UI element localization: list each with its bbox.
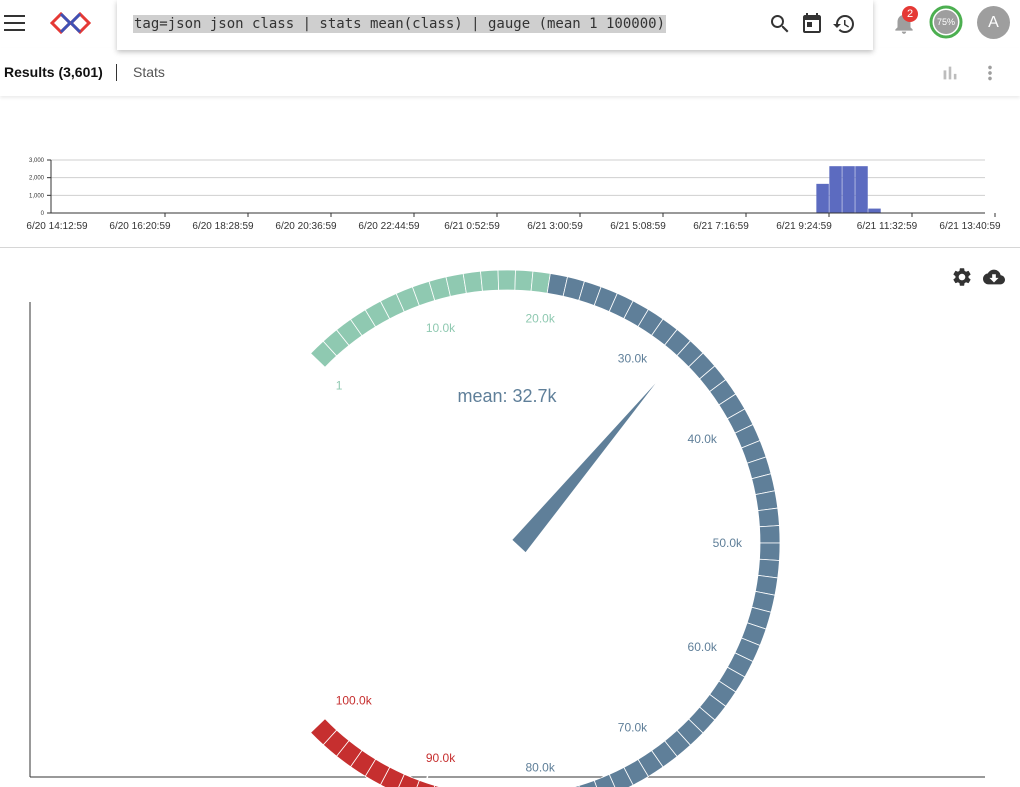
tabs-bar: Results (3,601) Stats	[0, 48, 1020, 96]
tab-divider	[116, 64, 117, 81]
histogram-x-tick-label: 6/21 0:52:59	[444, 221, 500, 232]
gauge-tick-label: 80.0k	[525, 761, 555, 775]
history-icon[interactable]	[832, 12, 856, 36]
calendar-icon[interactable]	[800, 12, 824, 36]
gauge-tick	[542, 292, 545, 301]
histogram-bar	[868, 208, 881, 213]
histogram-x-tick-label: 6/21 5:08:59	[610, 221, 666, 232]
menu-icon[interactable]	[4, 12, 26, 34]
gauge-tick	[649, 741, 655, 750]
gauge-tick-label: 90.0k	[426, 751, 456, 765]
gauge-tick-label: 20.0k	[525, 311, 555, 325]
gauge-segment	[754, 490, 779, 512]
histogram-x-tick-label: 6/21 13:40:59	[939, 221, 1001, 232]
gauge-segment	[497, 269, 516, 291]
histogram-x-tick-label: 6/21 11:32:59	[857, 221, 918, 232]
histogram-x-tick-label: 6/21 7:16:59	[693, 221, 749, 232]
histogram-y-tick-label: 1,000	[29, 193, 45, 199]
gauge-tick	[324, 366, 332, 374]
histogram-bar	[855, 166, 868, 213]
search-box[interactable]: tag=json json class | stats mean(class) …	[117, 0, 873, 50]
gauge-tick-label: 30.0k	[618, 351, 648, 365]
gauge-tick-label: 70.0k	[618, 721, 648, 735]
histogram-chart[interactable]: 0 1,000 2,000 3,000 6/20 14:12:59 6/20 16:20:…	[0, 150, 1020, 240]
tab-results[interactable]: Results (3,601)	[4, 64, 103, 80]
gauge-chart: 1 10.0k 20.0k 30.0k 40.0k 50.0k 60.0k 70.0k 80.0…	[29, 269, 985, 787]
notification-badge: 2	[902, 6, 918, 22]
gauge-tick	[724, 654, 733, 660]
avatar[interactable]: A	[977, 6, 1010, 39]
histogram-y-tick-label: 3,000	[29, 158, 45, 164]
progress-indicator: 75%	[929, 5, 963, 39]
histogram-x-tick-label: 6/20 20:36:59	[275, 221, 337, 232]
histogram-bar	[816, 183, 829, 213]
histogram-bar	[829, 166, 842, 213]
gauge-tick	[724, 426, 733, 432]
search-icon[interactable]	[768, 12, 792, 36]
more-vert-icon[interactable]	[979, 62, 1001, 84]
gauge-tick	[424, 303, 429, 312]
gauge-tick-label: 60.0k	[688, 640, 718, 654]
histogram-x-tick-label: 6/20 16:20:59	[109, 221, 171, 232]
histogram-x-tick-label: 6/20 14:12:59	[26, 221, 88, 232]
gauge-segment	[759, 542, 781, 561]
histogram-x-tick-label: 6/21 3:00:59	[527, 221, 583, 232]
histogram-x-tick-label: 6/21 9:24:59	[776, 221, 832, 232]
bar-chart-icon[interactable]	[939, 62, 961, 84]
progress-label: 75%	[937, 17, 955, 27]
app-logo[interactable]	[50, 9, 92, 37]
gauge-tick	[649, 336, 655, 345]
gauge-tick-label: 10.0k	[426, 321, 456, 335]
gauge-segment	[462, 270, 483, 294]
gauge-segment	[514, 269, 534, 292]
search-query[interactable]: tag=json json class | stats mean(class) …	[133, 15, 667, 33]
histogram-bar	[842, 166, 855, 213]
histogram-y-tick-label: 2,000	[29, 176, 45, 182]
histogram-y-tick-label: 0	[41, 211, 45, 217]
gauge-tick-label: 1	[336, 378, 343, 392]
tab-stats[interactable]: Stats	[133, 64, 165, 80]
gauge-needle	[512, 383, 656, 553]
gauge-segment	[757, 507, 780, 528]
gauge-segment	[480, 269, 500, 292]
gauge-tick	[424, 774, 429, 783]
gauge-tick	[324, 712, 332, 720]
gauge-segment	[757, 558, 780, 579]
histogram-x-tick-label: 6/20 18:28:59	[192, 221, 254, 232]
gauge-segment	[759, 525, 781, 544]
gauge-value-label: mean: 32.7k	[457, 386, 557, 406]
gauge-tick-label: 100.0k	[336, 694, 373, 708]
gauge-tick-label: 50.0k	[713, 536, 743, 550]
gauge-tick-label: 40.0k	[688, 432, 718, 446]
histogram-x-tick-label: 6/20 22:44:59	[358, 221, 420, 232]
